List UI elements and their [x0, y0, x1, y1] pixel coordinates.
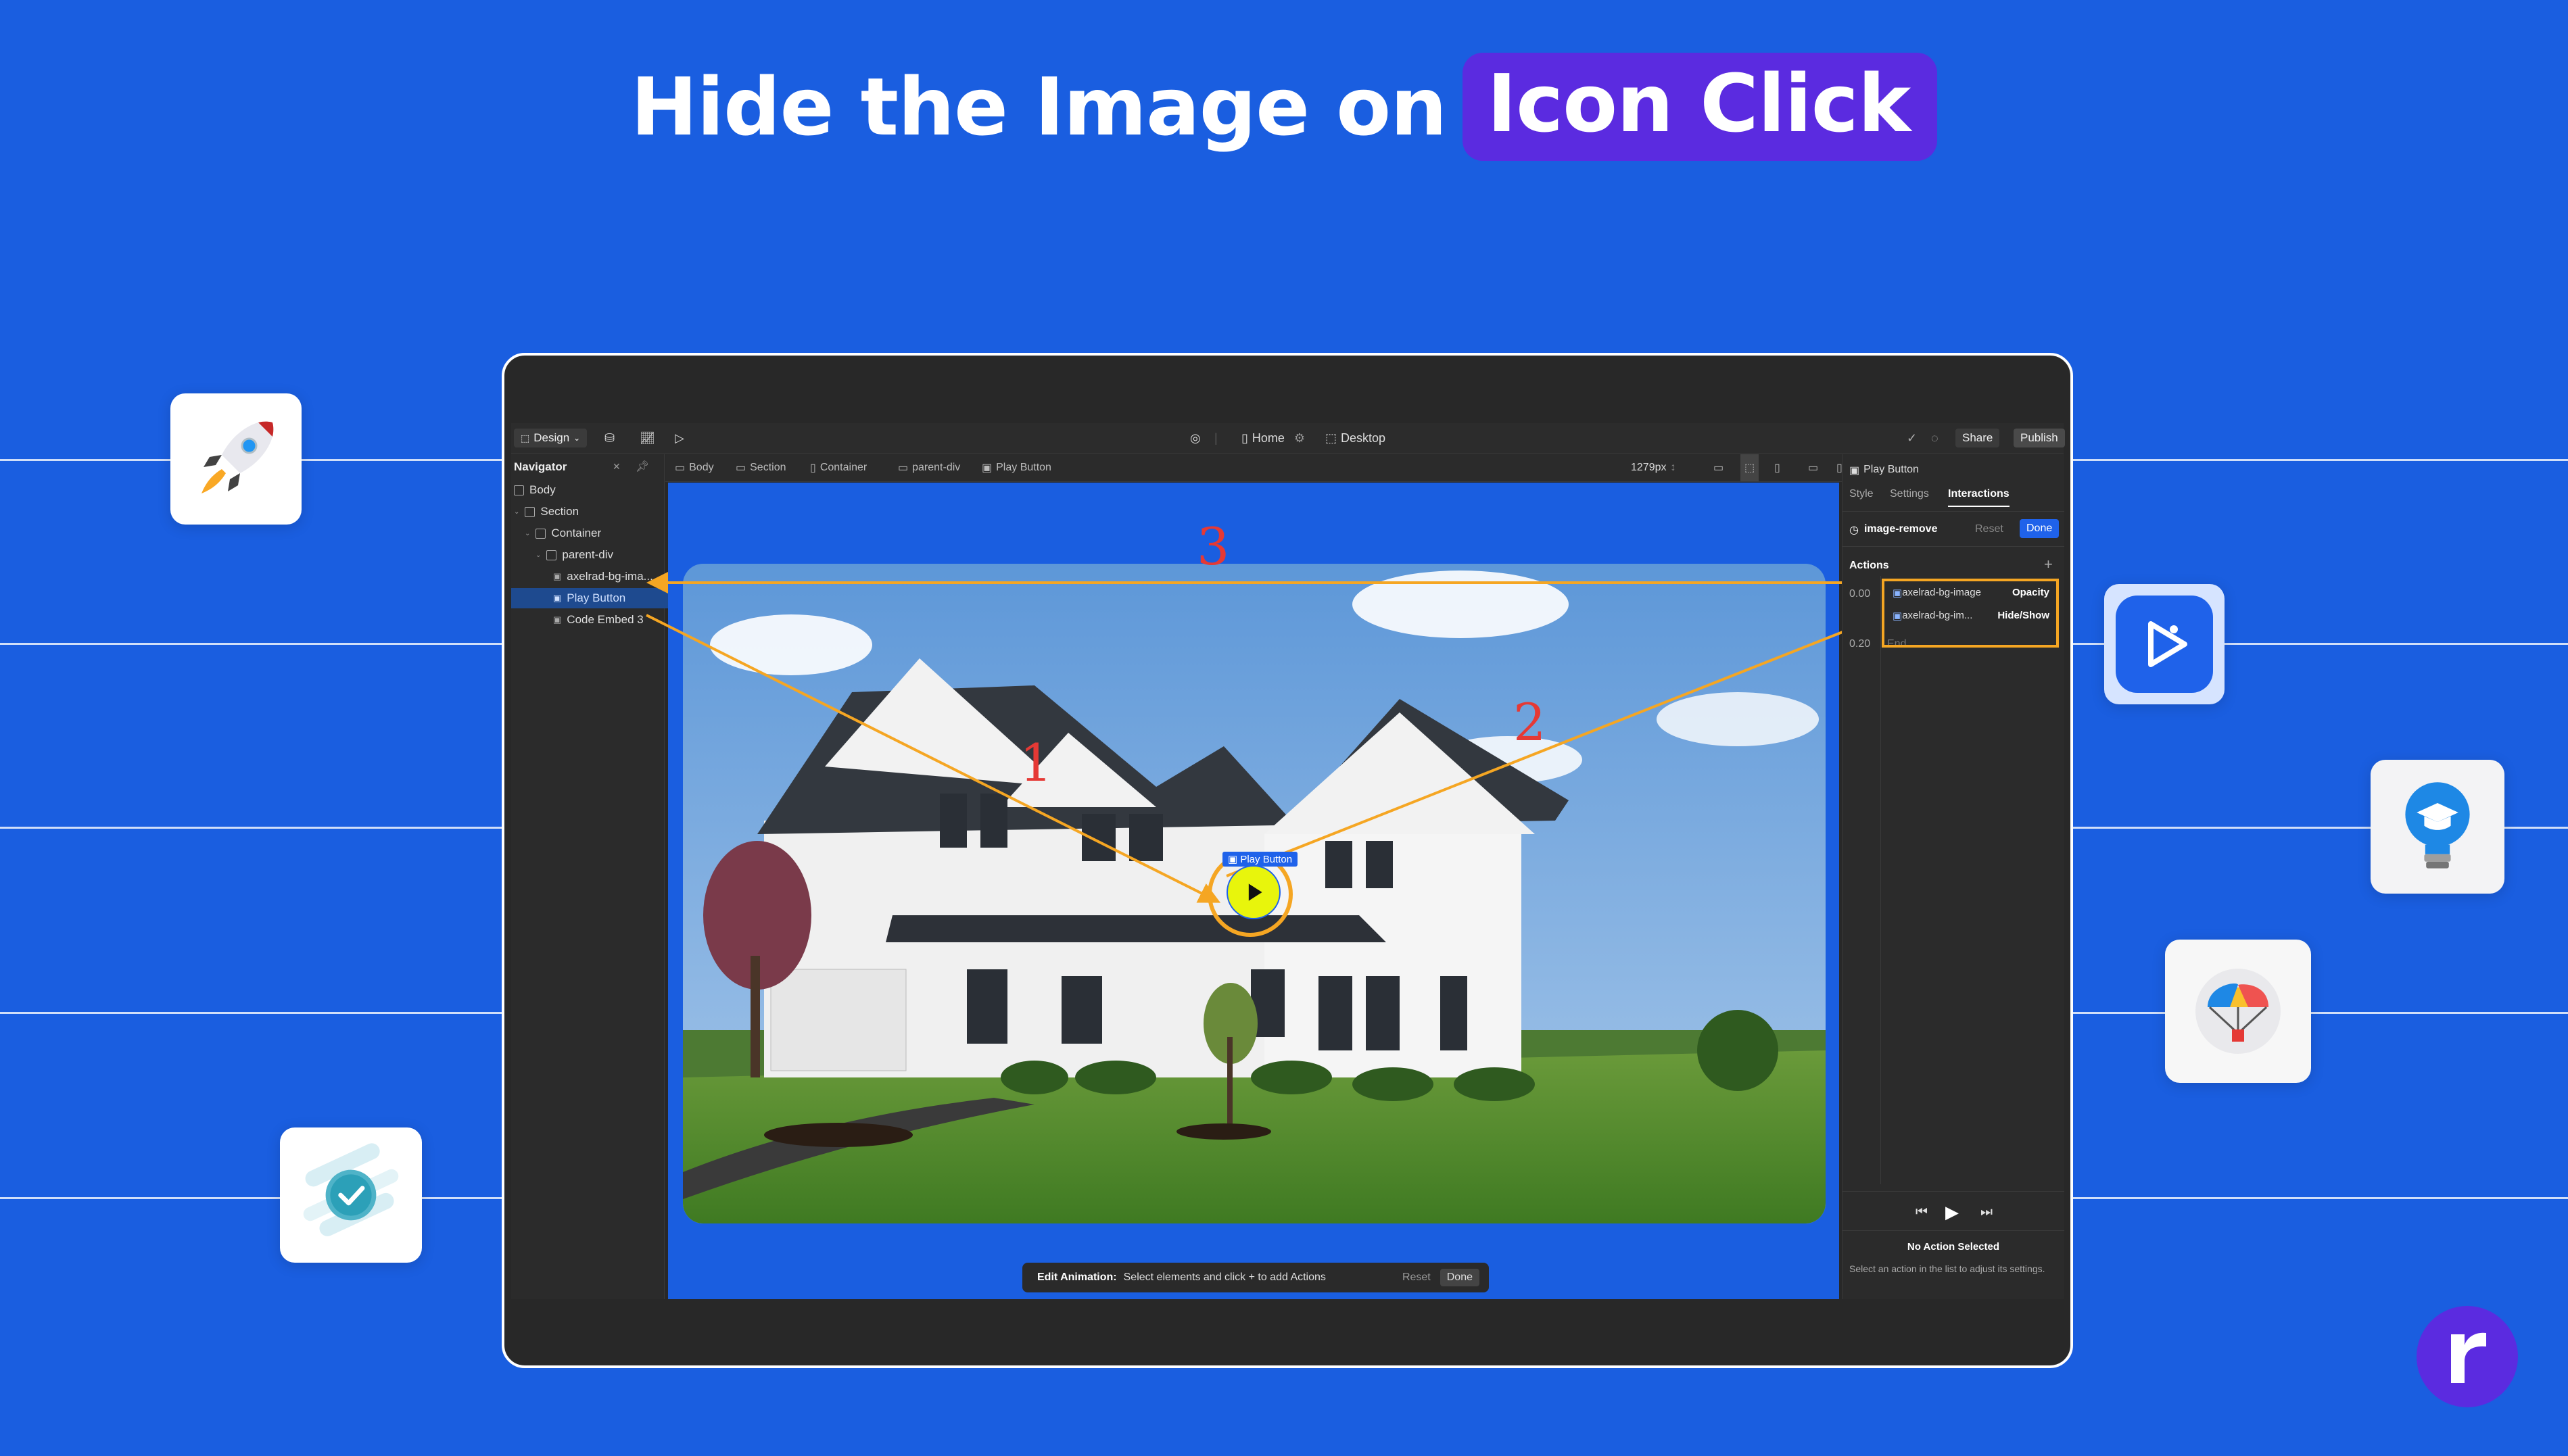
time-0: 0.00: [1849, 588, 1871, 600]
image-icon: ▣: [1849, 465, 1860, 477]
check-blob-icon: [303, 1143, 399, 1236]
play-icon: [1248, 883, 1262, 901]
image-icon: ▣: [1893, 610, 1903, 622]
deco-line: [0, 827, 502, 829]
clock-icon: ◷: [1849, 525, 1859, 536]
action-row-opacity[interactable]: ▣ axelrad-bg-image Opacity: [1893, 587, 2049, 599]
headline-highlight: Icon Click: [1463, 53, 1938, 161]
edit-animation-reset[interactable]: Reset: [1402, 1271, 1431, 1284]
skip-forward-icon[interactable]: ⏭: [1980, 1205, 1993, 1220]
play-app-icon: [2116, 596, 2213, 693]
edit-animation-label: Edit Animation:: [1037, 1271, 1117, 1283]
check-tile: [280, 1127, 422, 1263]
deco-line: [2070, 459, 2568, 461]
play-button-badge: ▣ Play Button: [1222, 852, 1298, 867]
play-timeline-icon[interactable]: ▶: [1945, 1202, 1959, 1223]
lightbulb-grad-icon: [2405, 782, 2470, 869]
tab-style[interactable]: Style: [1849, 488, 1874, 500]
annotation-3: 3: [1197, 516, 1230, 577]
time-1: 0.20: [1849, 638, 1871, 650]
deco-line: [2070, 1012, 2568, 1014]
add-action-icon[interactable]: +: [2044, 556, 2053, 573]
annotation-2: 2: [1513, 692, 1546, 752]
play-app-tile: [2104, 584, 2225, 704]
deco-line: [0, 1197, 502, 1199]
deco-line: [0, 643, 502, 645]
edit-animation-bar: Edit Animation: Select elements and clic…: [1022, 1263, 1489, 1292]
image-icon: ▣: [1228, 854, 1241, 865]
rocket-tile: [170, 393, 302, 525]
deco-line: [2070, 1197, 2568, 1199]
parachute-icon: [2195, 969, 2281, 1054]
deco-line: [0, 1012, 502, 1014]
edit-animation-done[interactable]: Done: [1440, 1269, 1479, 1286]
edit-animation-hint: Select elements and click + to add Actio…: [1123, 1271, 1326, 1283]
headline-text: Hide the Image on: [630, 60, 1447, 153]
app-window: ⬚ Design ⌄ ⛁ 📈︎ ▷ ◎ | ▯ Home ⚙ ⬚ Desktop…: [502, 353, 2073, 1368]
selected-element: ▣ Play Button: [1849, 464, 1919, 477]
no-action-title: No Action Selected: [1907, 1241, 2000, 1253]
interactions-panel: ▣ Play Button Style Settings Interactions…: [1842, 454, 2064, 1299]
annotation-1: 1: [1020, 733, 1053, 793]
skip-back-icon[interactable]: ⏮: [1916, 1205, 1928, 1220]
rocket-icon: [201, 421, 274, 493]
interaction-done[interactable]: Done: [2020, 519, 2060, 538]
design-canvas[interactable]: 3 1 2 ▣ Play Button Edit Animation: Sele…: [646, 483, 1931, 1299]
parachute-tile: [2165, 940, 2311, 1083]
brand-r-icon: [2417, 1306, 2518, 1407]
interaction-reset[interactable]: Reset: [1975, 523, 2003, 535]
action-row-hide-show[interactable]: ▣ axelrad-bg-im... Hide/Show: [1893, 610, 2049, 622]
tab-interactions[interactable]: Interactions: [1948, 488, 2010, 507]
lightbulb-tile: [2371, 760, 2504, 894]
interaction-name[interactable]: ◷ image-remove: [1849, 523, 1937, 537]
headline: Hide the Image on Icon Click: [0, 53, 2568, 161]
play-button[interactable]: [1227, 865, 1281, 919]
tab-settings[interactable]: Settings: [1890, 488, 1929, 500]
no-action-desc: Select an action in the list to adjust i…: [1849, 1263, 2045, 1274]
actions-title: Actions: [1849, 560, 1889, 571]
image-icon: ▣: [1893, 587, 1903, 599]
